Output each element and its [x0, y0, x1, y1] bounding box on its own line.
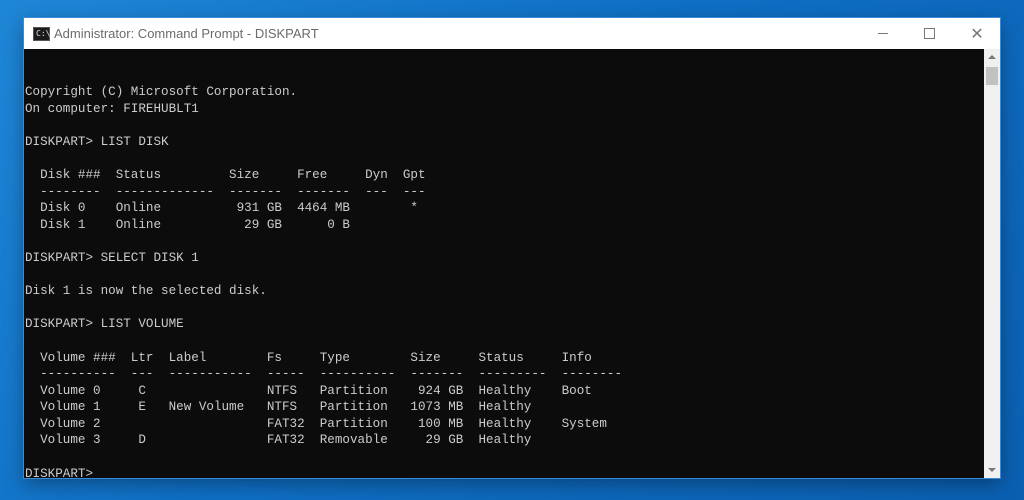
title-bar[interactable]: C:\ Administrator: Command Prompt - DISK…	[24, 18, 1000, 49]
maximize-icon	[923, 28, 935, 39]
console-line: -------- ------------- ------- ------- -…	[25, 184, 426, 199]
cmd-icon-label: C:\	[36, 29, 51, 38]
window-title: Administrator: Command Prompt - DISKPART	[54, 26, 319, 41]
arrow-down-icon	[988, 468, 996, 472]
console-line: DISKPART> LIST DISK	[25, 134, 169, 149]
console-line: Volume 2 FAT32 Partition 100 MB Healthy …	[25, 416, 607, 431]
console-line: DISKPART>	[25, 466, 94, 478]
console-line: Disk 1 is now the selected disk.	[25, 284, 267, 299]
scrollbar-thumb[interactable]	[986, 67, 998, 85]
console-area[interactable]: Copyright (C) Microsoft Corporation. On c…	[24, 49, 984, 478]
arrow-up-icon	[988, 55, 996, 59]
console-line: Volume ### Ltr Label Fs Type Size Status…	[25, 350, 592, 365]
minimize-button[interactable]	[860, 18, 906, 49]
command-prompt-window: C:\ Administrator: Command Prompt - DISK…	[24, 18, 1000, 478]
console-line: Copyright (C) Microsoft Corporation.	[25, 85, 298, 99]
console-line: Disk 0 Online 931 GB 4464 MB *	[25, 201, 418, 216]
console-line: DISKPART> SELECT DISK 1	[25, 250, 199, 265]
console-line: Volume 3 D FAT32 Removable 29 GB Healthy	[25, 433, 532, 448]
console-line: Volume 0 C NTFS Partition 924 GB Healthy…	[25, 383, 592, 398]
console-output: Copyright (C) Microsoft Corporation. On c…	[25, 84, 622, 478]
console-line: Disk ### Status Size Free Dyn Gpt	[25, 167, 426, 182]
minimize-icon	[878, 33, 888, 34]
close-button[interactable]: ✕	[954, 18, 1000, 49]
console-line: DISKPART> LIST VOLUME	[25, 317, 184, 332]
console-line: Disk 1 Online 29 GB 0 B	[25, 217, 350, 232]
maximize-button[interactable]	[906, 18, 952, 49]
console-line: On computer: FIREHUBLT1	[25, 101, 199, 116]
scroll-up-button[interactable]	[984, 49, 1000, 65]
cmd-icon: C:\	[33, 27, 50, 41]
console-line: Volume 1 E New Volume NTFS Partition 107…	[25, 400, 532, 415]
close-icon: ✕	[970, 23, 984, 43]
scroll-down-button[interactable]	[984, 462, 1000, 478]
vertical-scrollbar[interactable]	[984, 49, 1000, 478]
console-line: ---------- --- ----------- ----- -------…	[25, 367, 623, 382]
